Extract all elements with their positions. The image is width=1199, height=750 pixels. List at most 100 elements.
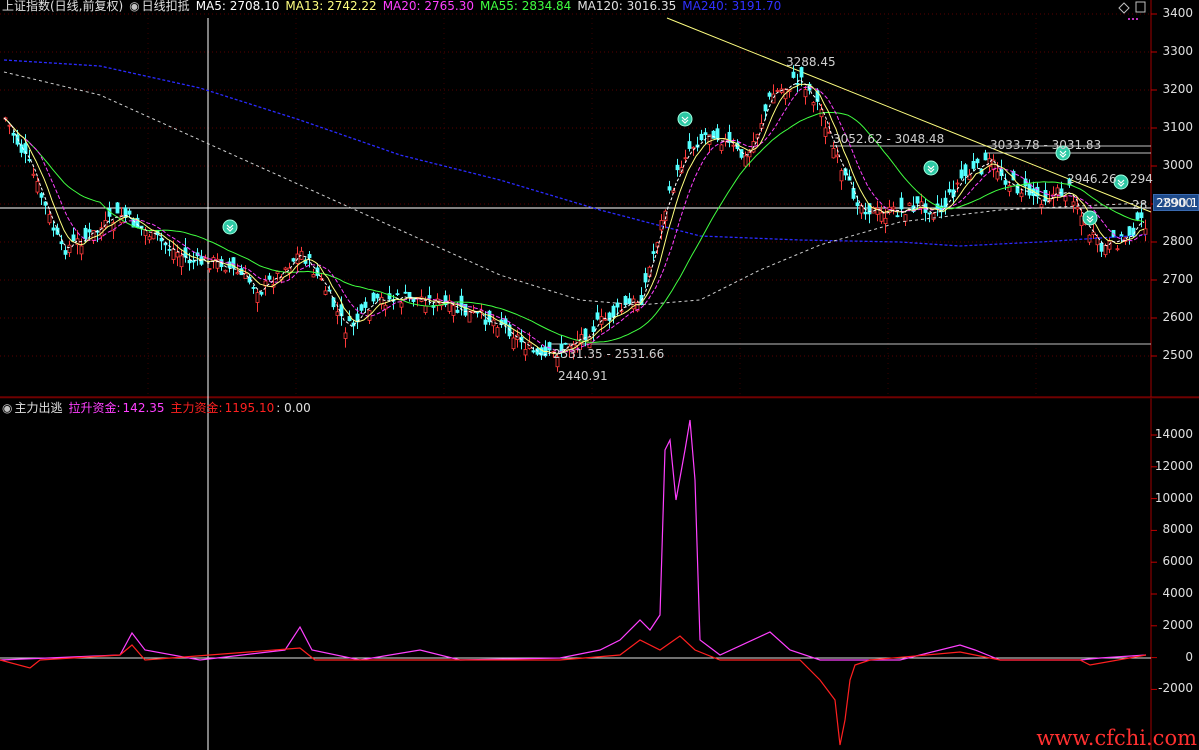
candle-body bbox=[547, 342, 552, 351]
candle-body bbox=[763, 104, 768, 112]
candle-body bbox=[927, 212, 932, 215]
candle-body bbox=[63, 250, 68, 255]
candle-body bbox=[283, 267, 288, 270]
candlesticks bbox=[3, 65, 1148, 372]
low-label: 2440.91 bbox=[558, 369, 608, 383]
candle-body bbox=[223, 269, 228, 273]
candle-body bbox=[1127, 226, 1132, 237]
candle-body bbox=[399, 302, 404, 308]
ma240-line bbox=[3, 59, 1147, 247]
candle-body bbox=[343, 332, 348, 339]
candle-body bbox=[175, 252, 180, 258]
candle-body bbox=[91, 230, 96, 241]
candle-body bbox=[1099, 242, 1104, 252]
zhuli-label: 主力资金: bbox=[170, 401, 223, 415]
candle-body bbox=[187, 259, 192, 264]
volume-tick-label: -2000 bbox=[1158, 681, 1193, 696]
candle-body bbox=[1103, 245, 1108, 256]
candle-body bbox=[35, 180, 40, 193]
candle-body bbox=[259, 291, 264, 295]
candle-body bbox=[275, 271, 280, 274]
range-right2b-label: 294 bbox=[1130, 172, 1153, 186]
signal-marker[interactable] bbox=[677, 111, 693, 127]
candle-body bbox=[427, 295, 432, 299]
candle-body bbox=[839, 170, 844, 182]
candle-body bbox=[967, 174, 972, 181]
candle-body bbox=[947, 189, 952, 193]
ma5-line bbox=[3, 78, 1145, 356]
candle-body bbox=[1091, 231, 1096, 236]
volume-tick-label: 4000 bbox=[1162, 586, 1193, 600]
candle-body bbox=[907, 202, 912, 206]
dropdown-icon[interactable]: ◉ bbox=[129, 0, 139, 13]
candle-body bbox=[7, 124, 12, 127]
range-right-label: 3033.78 - 3031.83 bbox=[990, 138, 1102, 152]
ma5-value: MA5: 2708.10 bbox=[195, 0, 280, 13]
candle-body bbox=[307, 254, 312, 259]
candle-body bbox=[395, 293, 400, 296]
candle-body bbox=[703, 132, 708, 136]
candle-body bbox=[831, 148, 836, 159]
range-right3-label: 28 bbox=[1132, 198, 1148, 212]
candle-body bbox=[79, 245, 84, 255]
candle-body bbox=[363, 301, 368, 308]
ma120-value: MA120: 3016.35 bbox=[577, 0, 677, 13]
candle-body bbox=[483, 319, 488, 325]
watermark: www.cfchi.com bbox=[1036, 726, 1197, 750]
candle-body bbox=[1003, 180, 1008, 185]
ma20-line bbox=[3, 86, 1145, 353]
candle-body bbox=[835, 154, 840, 158]
candle-body bbox=[955, 182, 960, 185]
candle-body bbox=[699, 133, 704, 141]
lower-indicator-name[interactable]: 主力出逃 bbox=[14, 401, 62, 415]
lashen-value: 142.35 bbox=[122, 401, 165, 415]
candle-body bbox=[83, 227, 88, 240]
candle-body bbox=[375, 293, 380, 299]
signal-marker[interactable] bbox=[923, 160, 939, 176]
ma20-value: MA20: 2765.30 bbox=[382, 0, 474, 13]
candle-body bbox=[675, 164, 680, 171]
candle-body bbox=[371, 292, 376, 302]
candle-body bbox=[335, 311, 340, 316]
indicator-name[interactable]: 日线扣抵 bbox=[142, 0, 190, 13]
candle-body bbox=[995, 171, 1000, 180]
candle-body bbox=[903, 214, 908, 222]
candle-body bbox=[1075, 206, 1080, 210]
candle-body bbox=[683, 157, 688, 160]
ma13-line bbox=[3, 83, 1145, 355]
signal-marker[interactable] bbox=[222, 219, 238, 235]
candle-body bbox=[59, 241, 64, 245]
candle-body bbox=[687, 141, 692, 149]
candle-body bbox=[803, 89, 808, 98]
candle-body bbox=[11, 132, 16, 136]
candle-body bbox=[327, 289, 332, 292]
signal-marker[interactable] bbox=[1082, 210, 1098, 226]
diamond-icon[interactable] bbox=[1118, 2, 1130, 14]
ma240-value: MA240: 3191.70 bbox=[682, 0, 782, 13]
candle-body bbox=[455, 309, 460, 313]
ma13-value: MA13: 2742.22 bbox=[285, 0, 377, 13]
index-title[interactable]: 上证指数(日线,前复权) bbox=[2, 0, 123, 13]
candle-body bbox=[883, 217, 888, 224]
window-icon[interactable] bbox=[1135, 1, 1146, 13]
candle-body bbox=[615, 302, 620, 308]
candle-body bbox=[167, 248, 172, 251]
candle-body bbox=[115, 202, 120, 214]
candle-body bbox=[383, 304, 388, 310]
candle-body bbox=[1019, 192, 1024, 198]
volume-tick-label: 12000 bbox=[1154, 458, 1193, 473]
price-tick-label: 3200 bbox=[1162, 82, 1193, 96]
candle-body bbox=[311, 274, 316, 278]
price-tick-label: 2500 bbox=[1162, 348, 1193, 362]
candle-body bbox=[451, 305, 456, 316]
candle-body bbox=[759, 123, 764, 129]
candle-body bbox=[975, 158, 980, 164]
candle-body bbox=[1143, 228, 1148, 235]
dropdown-icon-lower[interactable]: ◉ bbox=[2, 401, 12, 415]
candle-body bbox=[267, 275, 272, 280]
candle-body bbox=[739, 149, 744, 158]
candle-body bbox=[795, 82, 800, 85]
candle-body bbox=[611, 305, 616, 318]
candle-body bbox=[963, 164, 968, 177]
candle-body bbox=[691, 146, 696, 149]
